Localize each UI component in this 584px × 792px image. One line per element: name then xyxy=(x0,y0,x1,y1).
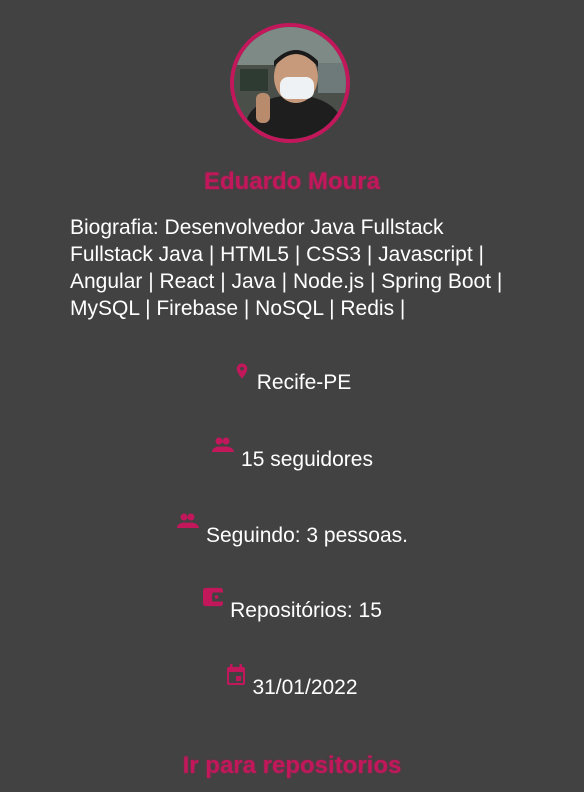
location-row: Recife-PE xyxy=(0,363,584,397)
repositories-link[interactable]: Ir para repositorios xyxy=(0,752,584,780)
following-row: Seguindo: 3 pessoas. xyxy=(0,513,584,550)
followers-row: 15 seguidores xyxy=(0,437,584,474)
repositories-row: Repositórios: 15 xyxy=(0,587,584,625)
profile-name: Eduardo Moura xyxy=(203,168,380,195)
avatar-photo xyxy=(234,27,346,139)
wallet-icon xyxy=(202,587,225,607)
calendar-icon xyxy=(226,664,246,686)
people-icon xyxy=(176,512,200,530)
created-date-row: 31/01/2022 xyxy=(0,664,584,702)
repositories-text: Repositórios: 15 xyxy=(230,599,382,622)
location-pin-icon xyxy=(233,359,251,383)
following-text: Seguindo: 3 pessoas. xyxy=(206,524,408,547)
location-text: Recife-PE xyxy=(256,371,352,394)
avatar xyxy=(230,23,350,143)
profile-page: Eduardo Moura Biografia: Desenvolvedor J… xyxy=(0,0,584,792)
followers-text: 15 seguidores xyxy=(241,448,373,471)
created-date-text: 31/01/2022 xyxy=(252,676,358,699)
profile-bio: Biografia: Desenvolvedor Java Fullstack … xyxy=(70,216,503,320)
people-icon xyxy=(211,436,235,454)
